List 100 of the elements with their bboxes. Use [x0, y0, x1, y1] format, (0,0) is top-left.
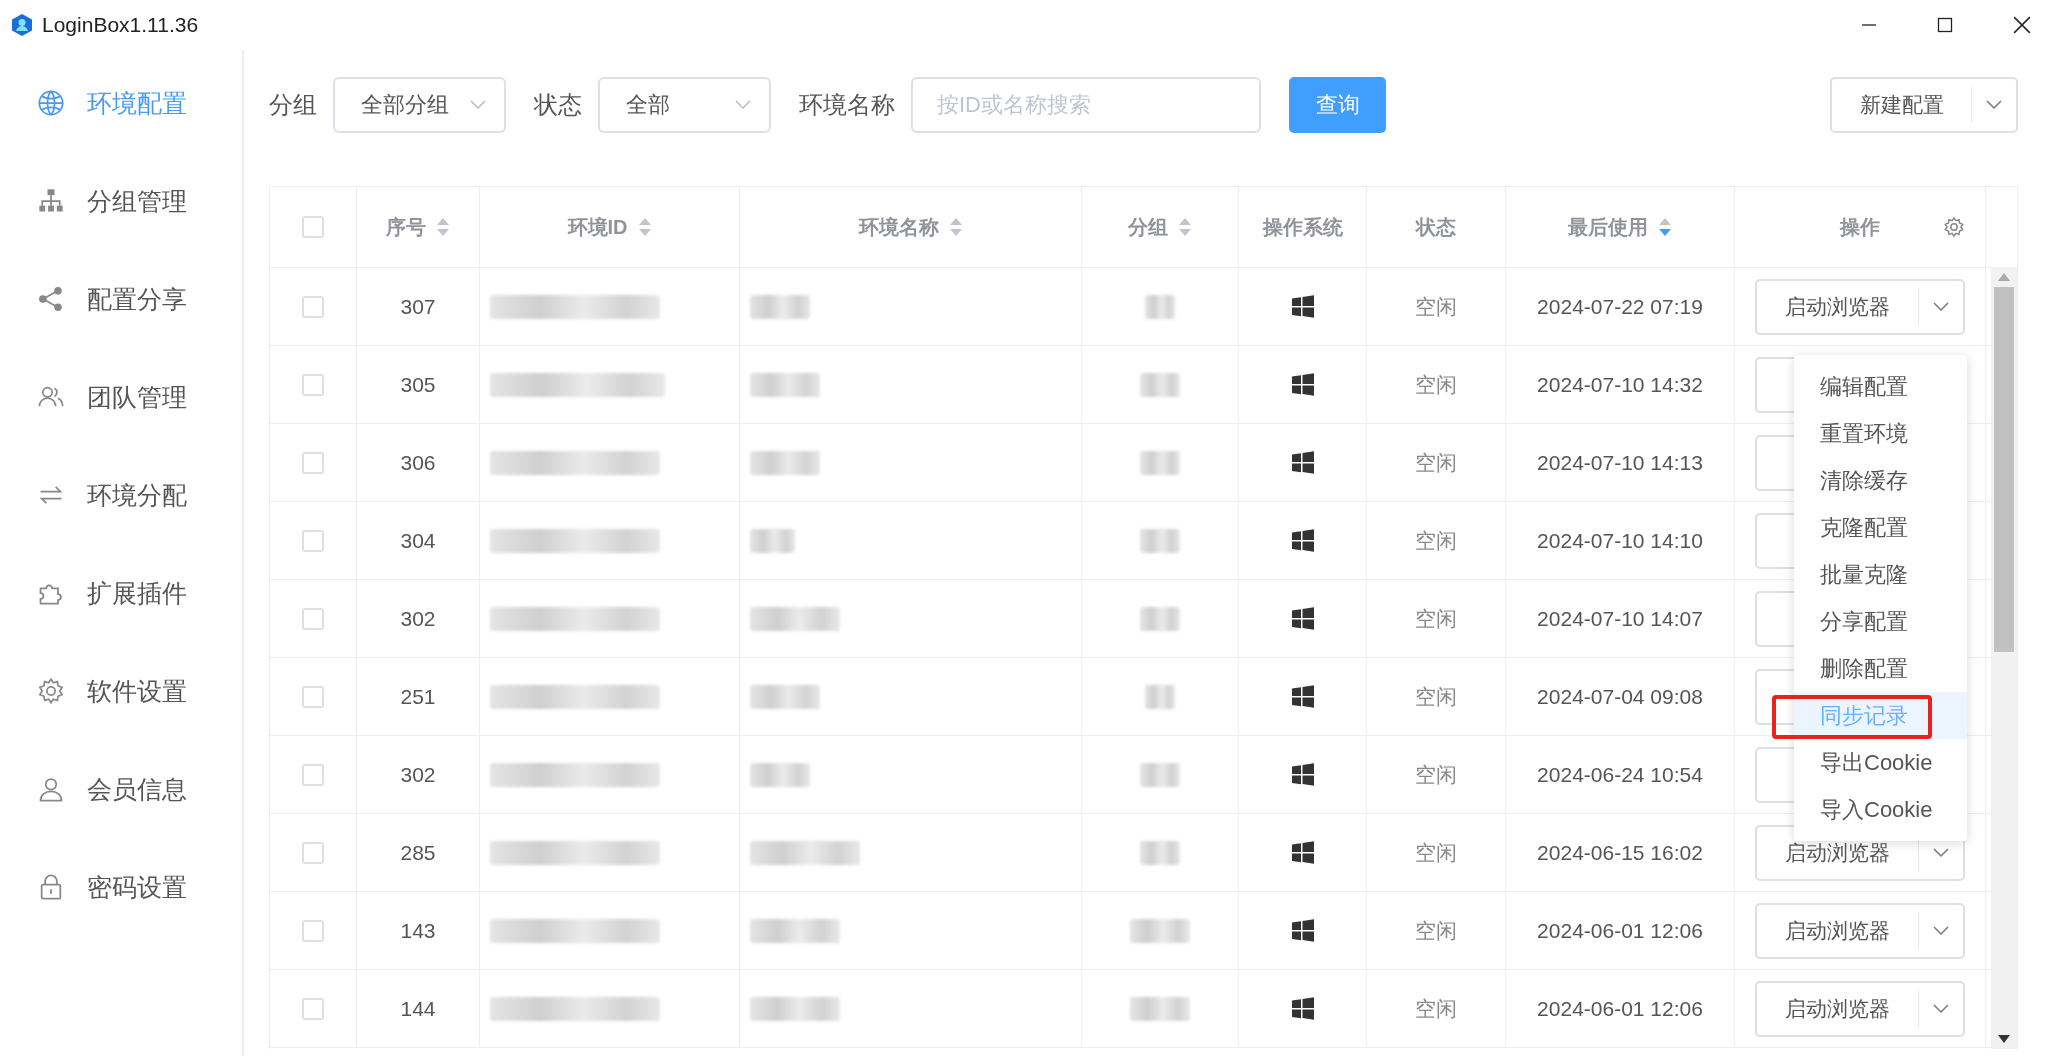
- row-checkbox[interactable]: [302, 607, 324, 630]
- sidebar-item[interactable]: 环境分配: [0, 470, 242, 520]
- sidebar-item[interactable]: 会员信息: [0, 764, 242, 814]
- sort-icon[interactable]: [637, 217, 652, 237]
- table-cell: 143: [400, 918, 436, 943]
- blurred-text: [1140, 606, 1180, 631]
- search-field[interactable]: 按ID或名称搜索: [911, 77, 1261, 133]
- group-label: 分组: [269, 90, 317, 120]
- window-title: LoginBox1.11.36: [42, 13, 199, 37]
- name-label: 环境名称: [799, 90, 895, 120]
- launch-browser-button[interactable]: 启动浏览器: [1755, 902, 1965, 959]
- table-cell: 305: [400, 372, 436, 397]
- menu-item[interactable]: 分享配置: [1794, 598, 1967, 645]
- blurred-text: [1145, 684, 1175, 709]
- row-checkbox[interactable]: [302, 685, 324, 708]
- table-cell: 2024-07-22 07:19: [1537, 294, 1703, 319]
- row-checkbox[interactable]: [302, 451, 324, 474]
- blurred-text: [750, 450, 820, 475]
- menu-item[interactable]: 克隆配置: [1794, 504, 1967, 551]
- scroll-up-icon[interactable]: [1998, 273, 2010, 281]
- table-cell: 144: [400, 996, 436, 1021]
- blurred-text: [1130, 996, 1190, 1021]
- status-text: 空闲: [1415, 527, 1457, 554]
- table-cell: 2024-07-10 14:07: [1537, 606, 1703, 631]
- status-text: 空闲: [1415, 839, 1457, 866]
- hierarchy-icon: [37, 187, 65, 215]
- launch-browser-button[interactable]: 启动浏览器: [1755, 980, 1965, 1037]
- settings-icon[interactable]: [1943, 216, 1965, 238]
- windows-icon: [1290, 684, 1315, 709]
- sidebar-item[interactable]: 团队管理: [0, 372, 242, 422]
- chevron-down-icon: [1933, 847, 1949, 858]
- group-select[interactable]: 全部分组: [333, 77, 506, 133]
- blurred-text: [1130, 918, 1190, 943]
- scrollbar[interactable]: [1991, 267, 2017, 1049]
- blurred-text: [750, 294, 810, 319]
- windows-icon: [1290, 372, 1315, 397]
- select-all-checkbox[interactable]: [302, 216, 324, 238]
- chevron-down-icon: [470, 100, 486, 110]
- row-checkbox[interactable]: [302, 997, 324, 1020]
- sidebar-item[interactable]: 扩展插件: [0, 568, 242, 618]
- blurred-text: [1140, 762, 1180, 787]
- maximize-icon[interactable]: [1937, 17, 1953, 33]
- chevron-down-icon: [1933, 1003, 1949, 1014]
- menu-item[interactable]: 删除配置: [1794, 645, 1967, 692]
- windows-icon: [1290, 840, 1315, 865]
- menu-item[interactable]: 批量克隆: [1794, 551, 1967, 598]
- share-icon: [37, 285, 65, 313]
- menu-item[interactable]: 清除缓存: [1794, 457, 1967, 504]
- windows-icon: [1290, 528, 1315, 553]
- globe-icon: [37, 89, 65, 117]
- sort-icon[interactable]: [436, 217, 450, 237]
- scroll-down-icon[interactable]: [1998, 1035, 2010, 1043]
- sort-icon[interactable]: [948, 217, 963, 237]
- sidebar-item[interactable]: 配置分享: [0, 274, 242, 324]
- close-icon[interactable]: [2013, 16, 2031, 34]
- table-cell: 2024-07-10 14:10: [1537, 528, 1703, 553]
- sort-icon[interactable]: [1658, 217, 1672, 237]
- launch-browser-button[interactable]: 启动浏览器: [1755, 278, 1965, 335]
- row-checkbox[interactable]: [302, 763, 324, 786]
- table-cell: 285: [400, 840, 436, 865]
- status-text: 空闲: [1415, 449, 1457, 476]
- blurred-text: [1140, 840, 1180, 865]
- table-cell: 306: [400, 450, 436, 475]
- status-label: 状态: [534, 90, 582, 120]
- row-checkbox[interactable]: [302, 373, 324, 396]
- table-cell: 2024-07-10 14:13: [1537, 450, 1703, 475]
- blurred-text: [750, 372, 820, 397]
- blurred-text: [1140, 528, 1180, 553]
- blurred-text: [750, 528, 795, 553]
- new-config-button[interactable]: 新建配置: [1830, 77, 2018, 133]
- row-checkbox[interactable]: [302, 295, 324, 318]
- row-checkbox[interactable]: [302, 529, 324, 552]
- sidebar-item[interactable]: 软件设置: [0, 666, 242, 716]
- table-cell: 251: [400, 684, 436, 709]
- status-select[interactable]: 全部: [598, 77, 771, 133]
- status-text: 空闲: [1415, 995, 1457, 1022]
- menu-item[interactable]: 编辑配置: [1794, 363, 1967, 410]
- status-text: 空闲: [1415, 761, 1457, 788]
- table-cell: 2024-06-15 16:02: [1537, 840, 1703, 865]
- row-checkbox[interactable]: [302, 919, 324, 942]
- status-text: 空闲: [1415, 605, 1457, 632]
- status-text: 空闲: [1415, 917, 1457, 944]
- chevron-down-icon: [1933, 925, 1949, 936]
- blurred-text: [1145, 294, 1175, 319]
- row-checkbox[interactable]: [302, 841, 324, 864]
- sidebar-item[interactable]: 密码设置: [0, 862, 242, 912]
- blurred-text: [750, 684, 820, 709]
- menu-item[interactable]: 重置环境: [1794, 410, 1967, 457]
- table-cell: 2024-06-24 10:54: [1537, 762, 1703, 787]
- windows-icon: [1290, 294, 1315, 319]
- table-cell: 2024-06-01 12:06: [1537, 918, 1703, 943]
- chevron-down-icon: [1986, 100, 2002, 110]
- sidebar-item[interactable]: 分组管理: [0, 176, 242, 226]
- app-logo-icon: [10, 13, 34, 37]
- menu-item[interactable]: 导出Cookie: [1794, 739, 1967, 786]
- sort-icon[interactable]: [1178, 217, 1192, 237]
- windows-icon: [1290, 606, 1315, 631]
- status-text: 空闲: [1415, 371, 1457, 398]
- windows-icon: [1290, 450, 1315, 475]
- table-cell: 2024-07-04 09:08: [1537, 684, 1703, 709]
